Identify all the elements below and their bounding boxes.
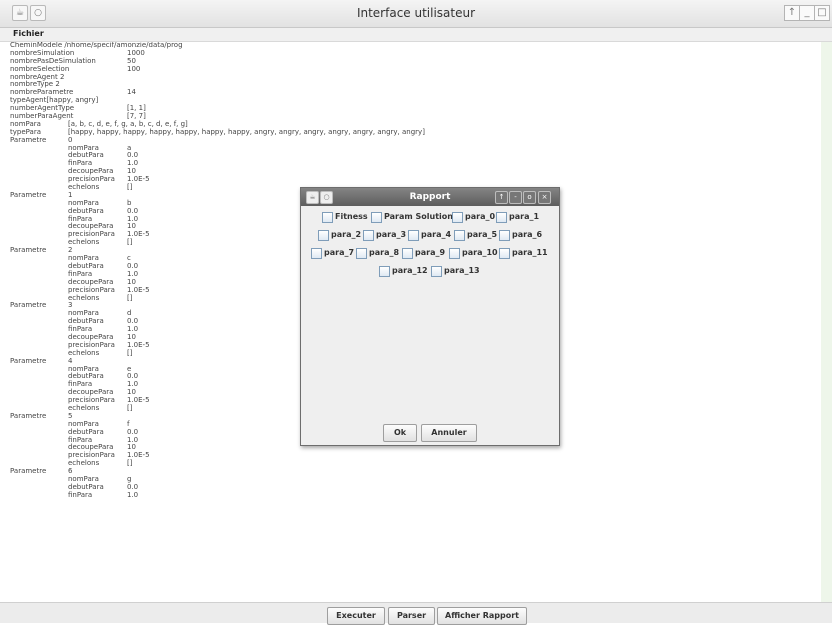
scroll-strip xyxy=(821,42,832,602)
output-cell: Parametre xyxy=(10,467,47,476)
output-cell: Parametre xyxy=(10,301,47,310)
checkbox-box[interactable] xyxy=(454,230,465,241)
output-cell: [] xyxy=(127,348,133,357)
window-titlebar: ☕ ○ Interface utilisateur ↑ _ □ xyxy=(0,0,832,28)
output-cell: finPara xyxy=(68,490,93,499)
output-cell: echelons xyxy=(68,348,100,357)
dialog-close-button[interactable]: × xyxy=(538,191,551,204)
checkbox-label: para_6 xyxy=(512,230,543,239)
checkbox-label: para_2 xyxy=(331,230,362,239)
checkbox-box[interactable] xyxy=(499,248,510,259)
output-line: nombreParametre 14 xyxy=(10,88,820,97)
dialog-shade-button[interactable]: ↑ xyxy=(495,191,508,204)
checkbox-box[interactable] xyxy=(408,230,419,241)
afficher-rapport-button[interactable]: Afficher Rapport xyxy=(437,607,527,625)
checkbox-label: para_1 xyxy=(509,212,540,221)
output-cell: Parametre xyxy=(10,190,47,199)
checkbox-box[interactable] xyxy=(379,266,390,277)
checkbox-label: para_10 xyxy=(462,248,498,257)
output-line: nombreAgent 2 xyxy=(10,73,820,82)
output-cell: echelons xyxy=(68,238,100,247)
maximize-button[interactable]: □ xyxy=(814,5,830,21)
output-cell: [] xyxy=(127,238,133,247)
menu-fichier[interactable]: Fichier xyxy=(13,29,44,38)
checkbox-box[interactable] xyxy=(496,212,507,223)
checkbox-box[interactable] xyxy=(402,248,413,259)
executer-button[interactable]: Executer xyxy=(327,607,385,625)
output-cell: 14 xyxy=(127,88,136,97)
dialog-titlebar: ☕ ○ Rapport ↑ - o × xyxy=(301,188,559,206)
output-line: Parametre 0 xyxy=(10,135,820,145)
rapport-dialog: ☕ ○ Rapport ↑ - o × Fitness Param Soluti… xyxy=(300,187,560,446)
output-cell: Parametre xyxy=(10,135,47,144)
output-cell: [] xyxy=(127,459,133,468)
checkbox-box[interactable] xyxy=(499,230,510,241)
checkbox-box[interactable] xyxy=(356,248,367,259)
checkbox-box[interactable] xyxy=(363,230,374,241)
checkbox-box[interactable] xyxy=(431,266,442,277)
ok-button[interactable]: Ok xyxy=(383,424,417,442)
shade-button[interactable]: ↑ xyxy=(784,5,800,21)
output-cell: 100 xyxy=(127,64,141,73)
checkbox-label: Param Solution xyxy=(384,212,453,221)
checkbox-label: para_7 xyxy=(324,248,355,257)
output-line: echelons [] xyxy=(10,459,820,468)
annuler-button[interactable]: Annuler xyxy=(421,424,477,442)
checkbox-label: para_9 xyxy=(415,248,446,257)
checkbox-box[interactable] xyxy=(322,212,333,223)
checkbox-box[interactable] xyxy=(452,212,463,223)
output-cell: Parametre xyxy=(10,411,47,420)
checkbox-label: para_0 xyxy=(465,212,496,221)
output-cell: [] xyxy=(127,183,133,192)
dialog-maximize-button[interactable]: o xyxy=(523,191,536,204)
minimize-button[interactable]: _ xyxy=(799,5,815,21)
output-cell: echelons xyxy=(68,459,100,468)
checkbox-label: para_13 xyxy=(444,266,480,275)
output-line: typePara [happy, happy, happy, happy, hap… xyxy=(10,127,820,137)
dialog-minimize-button[interactable]: - xyxy=(509,191,522,204)
output-cell: Parametre xyxy=(10,246,47,255)
output-cell: [] xyxy=(127,403,133,412)
output-line: Parametre 6 xyxy=(10,467,820,476)
output-cell: [] xyxy=(127,293,133,302)
output-cell: [happy, happy, happy, happy, happy, happ… xyxy=(68,127,425,136)
output-cell: echelons xyxy=(68,293,100,302)
checkbox-label: Fitness xyxy=(335,212,368,221)
output-line: nombreSelection 100 xyxy=(10,64,820,74)
output-cell: echelons xyxy=(68,183,100,192)
checkbox-label: para_12 xyxy=(392,266,428,275)
checkbox-label: para_5 xyxy=(467,230,498,239)
checkbox-label: para_3 xyxy=(376,230,407,239)
output-line: finPara 1.0 xyxy=(10,490,820,500)
checkbox-box[interactable] xyxy=(318,230,329,241)
checkbox-box[interactable] xyxy=(371,212,382,223)
window-title: Interface utilisateur xyxy=(356,6,476,20)
checkbox-box[interactable] xyxy=(311,248,322,259)
output-cell: echelons xyxy=(68,403,100,412)
checkbox-label: para_11 xyxy=(512,248,548,257)
checkbox-box[interactable] xyxy=(449,248,460,259)
bottom-button-bar: Executer Parser Afficher Rapport xyxy=(0,602,832,625)
checkbox-label: para_4 xyxy=(421,230,452,239)
checkbox-label: para_8 xyxy=(369,248,400,257)
menu-bar: Fichier xyxy=(0,28,832,42)
parser-button[interactable]: Parser xyxy=(388,607,435,625)
output-cell: 1.0 xyxy=(127,490,139,499)
output-cell: Parametre xyxy=(10,356,47,365)
